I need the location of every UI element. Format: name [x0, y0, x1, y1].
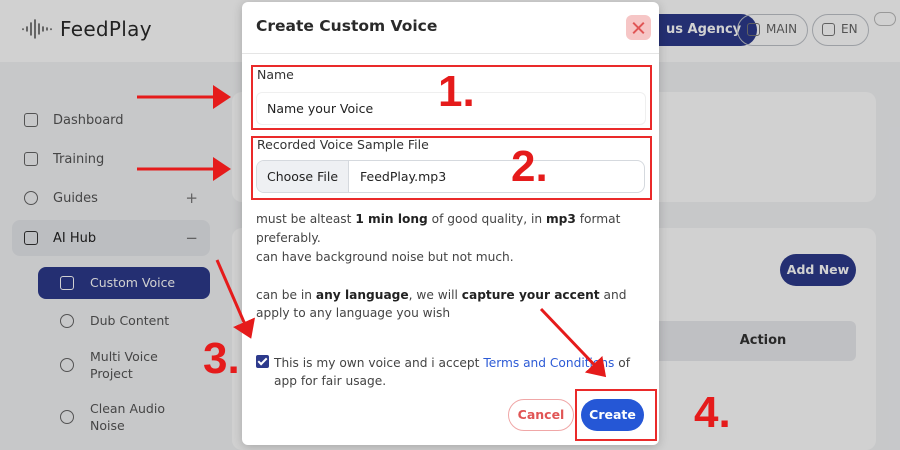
- step-number-4: 4.: [694, 388, 731, 437]
- step-number-1: 1.: [438, 67, 475, 116]
- step-number-3: 3.: [203, 334, 240, 383]
- arrow-step-3: [215, 259, 256, 339]
- arrow-step-4: [539, 307, 607, 378]
- step-number-2: 2.: [511, 142, 548, 191]
